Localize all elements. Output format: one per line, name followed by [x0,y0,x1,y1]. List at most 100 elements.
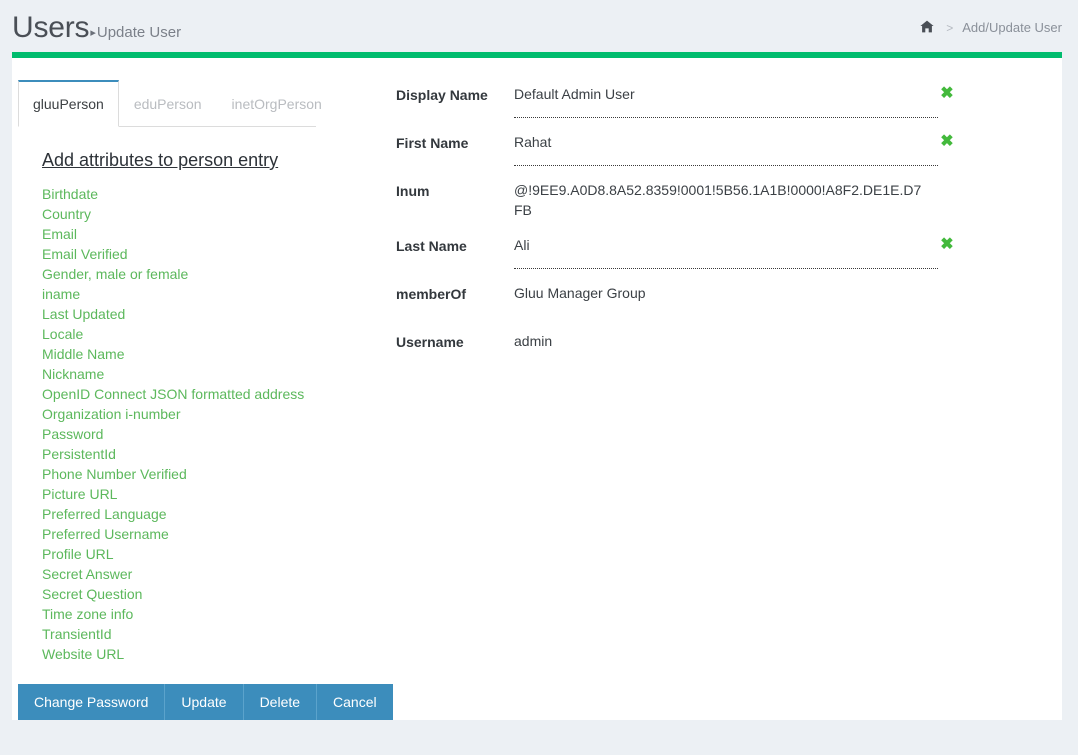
list-item: Preferred Language [42,504,388,524]
tab-inetorgperson[interactable]: inetOrgPerson [217,80,337,127]
attribute-link-email-verified[interactable]: Email Verified [42,246,128,262]
field-value-first-name[interactable]: Rahat [514,132,938,166]
field-value-last-name[interactable]: Ali [514,235,938,269]
field-label-first-name: First Name [396,132,514,153]
list-item: Middle Name [42,344,388,364]
form-row-username: Username admin [396,331,956,365]
list-item: Organization i-number [42,404,388,424]
attribute-link-organization-inumber[interactable]: Organization i-number [42,406,181,422]
list-item: Phone Number Verified [42,464,388,484]
page-title: Users [12,11,89,45]
attribute-link-phone-number-verified[interactable]: Phone Number Verified [42,466,187,482]
list-item: Email Verified [42,244,388,264]
breadcrumb-separator: > [946,21,953,35]
list-item: Email [42,224,388,244]
tab-label: inetOrgPerson [232,96,322,112]
tab-label: eduPerson [134,96,202,112]
form-action-buttons: Change Password Update Delete Cancel [18,684,393,720]
form-row-last-name: Last Name Ali ✖ [396,235,956,269]
tab-label: gluuPerson [33,96,104,112]
attribute-link-transientid[interactable]: TransientId [42,626,112,642]
tab-eduperson[interactable]: eduPerson [119,80,217,127]
field-label-display-name: Display Name [396,84,514,105]
field-label-memberof: memberOf [396,283,514,304]
form-row-inum: Inum @!9EE9.A0D8.8A52.8359!0001!5B56.1A1… [396,180,956,221]
attribute-link-picture-url[interactable]: Picture URL [42,486,117,502]
list-item: Secret Question [42,584,388,604]
change-password-button[interactable]: Change Password [18,684,165,720]
attribute-link-email[interactable]: Email [42,226,77,242]
panel-body: gluuPerson eduPerson inetOrgPerson Add a… [12,58,1062,720]
attribute-link-iname[interactable]: iname [42,286,80,302]
field-value-display-name[interactable]: Default Admin User [514,84,938,118]
remove-display-name-icon[interactable]: ✖ [938,84,956,104]
list-item: Time zone info [42,604,388,624]
update-button[interactable]: Update [165,684,243,720]
breadcrumb-current: Add/Update User [962,20,1062,35]
list-item: OpenID Connect JSON formatted address [42,384,388,404]
list-item: Picture URL [42,484,388,504]
attribute-link-persistentid[interactable]: PersistentId [42,446,116,462]
list-item: Secret Answer [42,564,388,584]
attribute-link-preferred-language[interactable]: Preferred Language [42,506,167,522]
attribute-link-locale[interactable]: Locale [42,326,83,342]
field-value-wrap-inum: @!9EE9.A0D8.8A52.8359!0001!5B56.1A1B!000… [514,180,956,221]
field-value-memberof: Gluu Manager Group [514,283,938,304]
attribute-link-time-zone-info[interactable]: Time zone info [42,606,133,622]
attribute-link-country[interactable]: Country [42,206,91,222]
attribute-link-nickname[interactable]: Nickname [42,366,104,382]
attribute-link-gender[interactable]: Gender, male or female [42,266,188,282]
field-value-wrap-memberof: Gluu Manager Group [514,283,956,304]
list-item: iname [42,284,388,304]
breadcrumb: > Add/Update User [920,20,1062,35]
delete-button[interactable]: Delete [244,684,317,720]
list-item: Password [42,424,388,444]
add-attributes-link[interactable]: Add attributes to person entry [42,150,278,171]
page-heading-group: Users ▸ Update User [12,11,181,45]
content-panel: gluuPerson eduPerson inetOrgPerson Add a… [12,52,1062,720]
field-label-username: Username [396,331,514,352]
list-item: Gender, male or female [42,264,388,284]
attribute-link-preferred-username[interactable]: Preferred Username [42,526,169,542]
form-row-display-name: Display Name Default Admin User ✖ [396,84,956,118]
user-attributes-form: Display Name Default Admin User ✖ First … [396,84,956,377]
list-item: Country [42,204,388,224]
attribute-link-birthdate[interactable]: Birthdate [42,186,98,202]
field-value-username: admin [514,331,938,352]
remove-first-name-icon[interactable]: ✖ [938,132,956,152]
list-item: PersistentId [42,444,388,464]
attribute-link-website-url[interactable]: Website URL [42,646,124,662]
list-item: Last Updated [42,304,388,324]
attribute-link-last-updated[interactable]: Last Updated [42,306,125,322]
cancel-button[interactable]: Cancel [317,684,393,720]
chevron-right-icon: ▸ [90,26,96,39]
list-item: Profile URL [42,544,388,564]
attribute-link-profile-url[interactable]: Profile URL [42,546,114,562]
attribute-link-password[interactable]: Password [42,426,103,442]
home-icon[interactable] [920,20,934,35]
list-item: Preferred Username [42,524,388,544]
list-item: Website URL [42,644,388,664]
attribute-link-middle-name[interactable]: Middle Name [42,346,124,362]
attribute-list: Birthdate Country Email Email Verified G… [18,184,388,664]
form-row-memberof: memberOf Gluu Manager Group [396,283,956,317]
person-type-tabs: gluuPerson eduPerson inetOrgPerson [18,80,316,127]
list-item: Locale [42,324,388,344]
page-subtitle: Update User [97,24,181,41]
tab-gluuperson[interactable]: gluuPerson [18,80,119,127]
person-attributes-column: gluuPerson eduPerson inetOrgPerson Add a… [18,80,388,664]
attribute-link-secret-question[interactable]: Secret Question [42,586,142,602]
field-value-wrap-first-name: Rahat ✖ [514,132,956,166]
field-value-wrap-display-name: Default Admin User ✖ [514,84,956,118]
list-item: Birthdate [42,184,388,204]
form-row-first-name: First Name Rahat ✖ [396,132,956,166]
attribute-link-openid-address[interactable]: OpenID Connect JSON formatted address [42,386,304,402]
field-value-wrap-last-name: Ali ✖ [514,235,956,269]
field-value-inum: @!9EE9.A0D8.8A52.8359!0001!5B56.1A1B!000… [514,180,938,221]
field-label-last-name: Last Name [396,235,514,256]
list-item: Nickname [42,364,388,384]
field-value-wrap-username: admin [514,331,956,352]
page-header: Users ▸ Update User > Add/Update User [0,0,1078,52]
remove-last-name-icon[interactable]: ✖ [938,235,956,255]
attribute-link-secret-answer[interactable]: Secret Answer [42,566,132,582]
